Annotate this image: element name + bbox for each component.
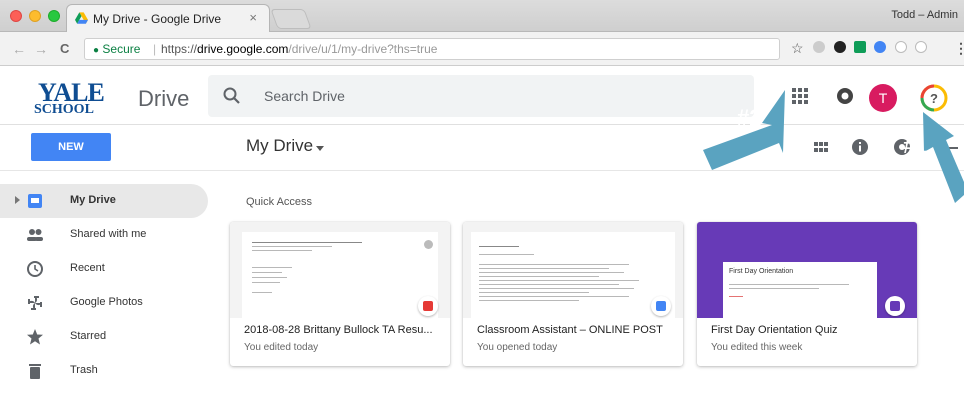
annotation-arrow-2 <box>703 90 964 203</box>
screenshot: My Drive - Google Drive × Todd – Admin ←… <box>0 0 964 395</box>
annotation-callout-2: #2 <box>737 105 762 130</box>
annotation-callout-1: #1 <box>903 133 928 158</box>
